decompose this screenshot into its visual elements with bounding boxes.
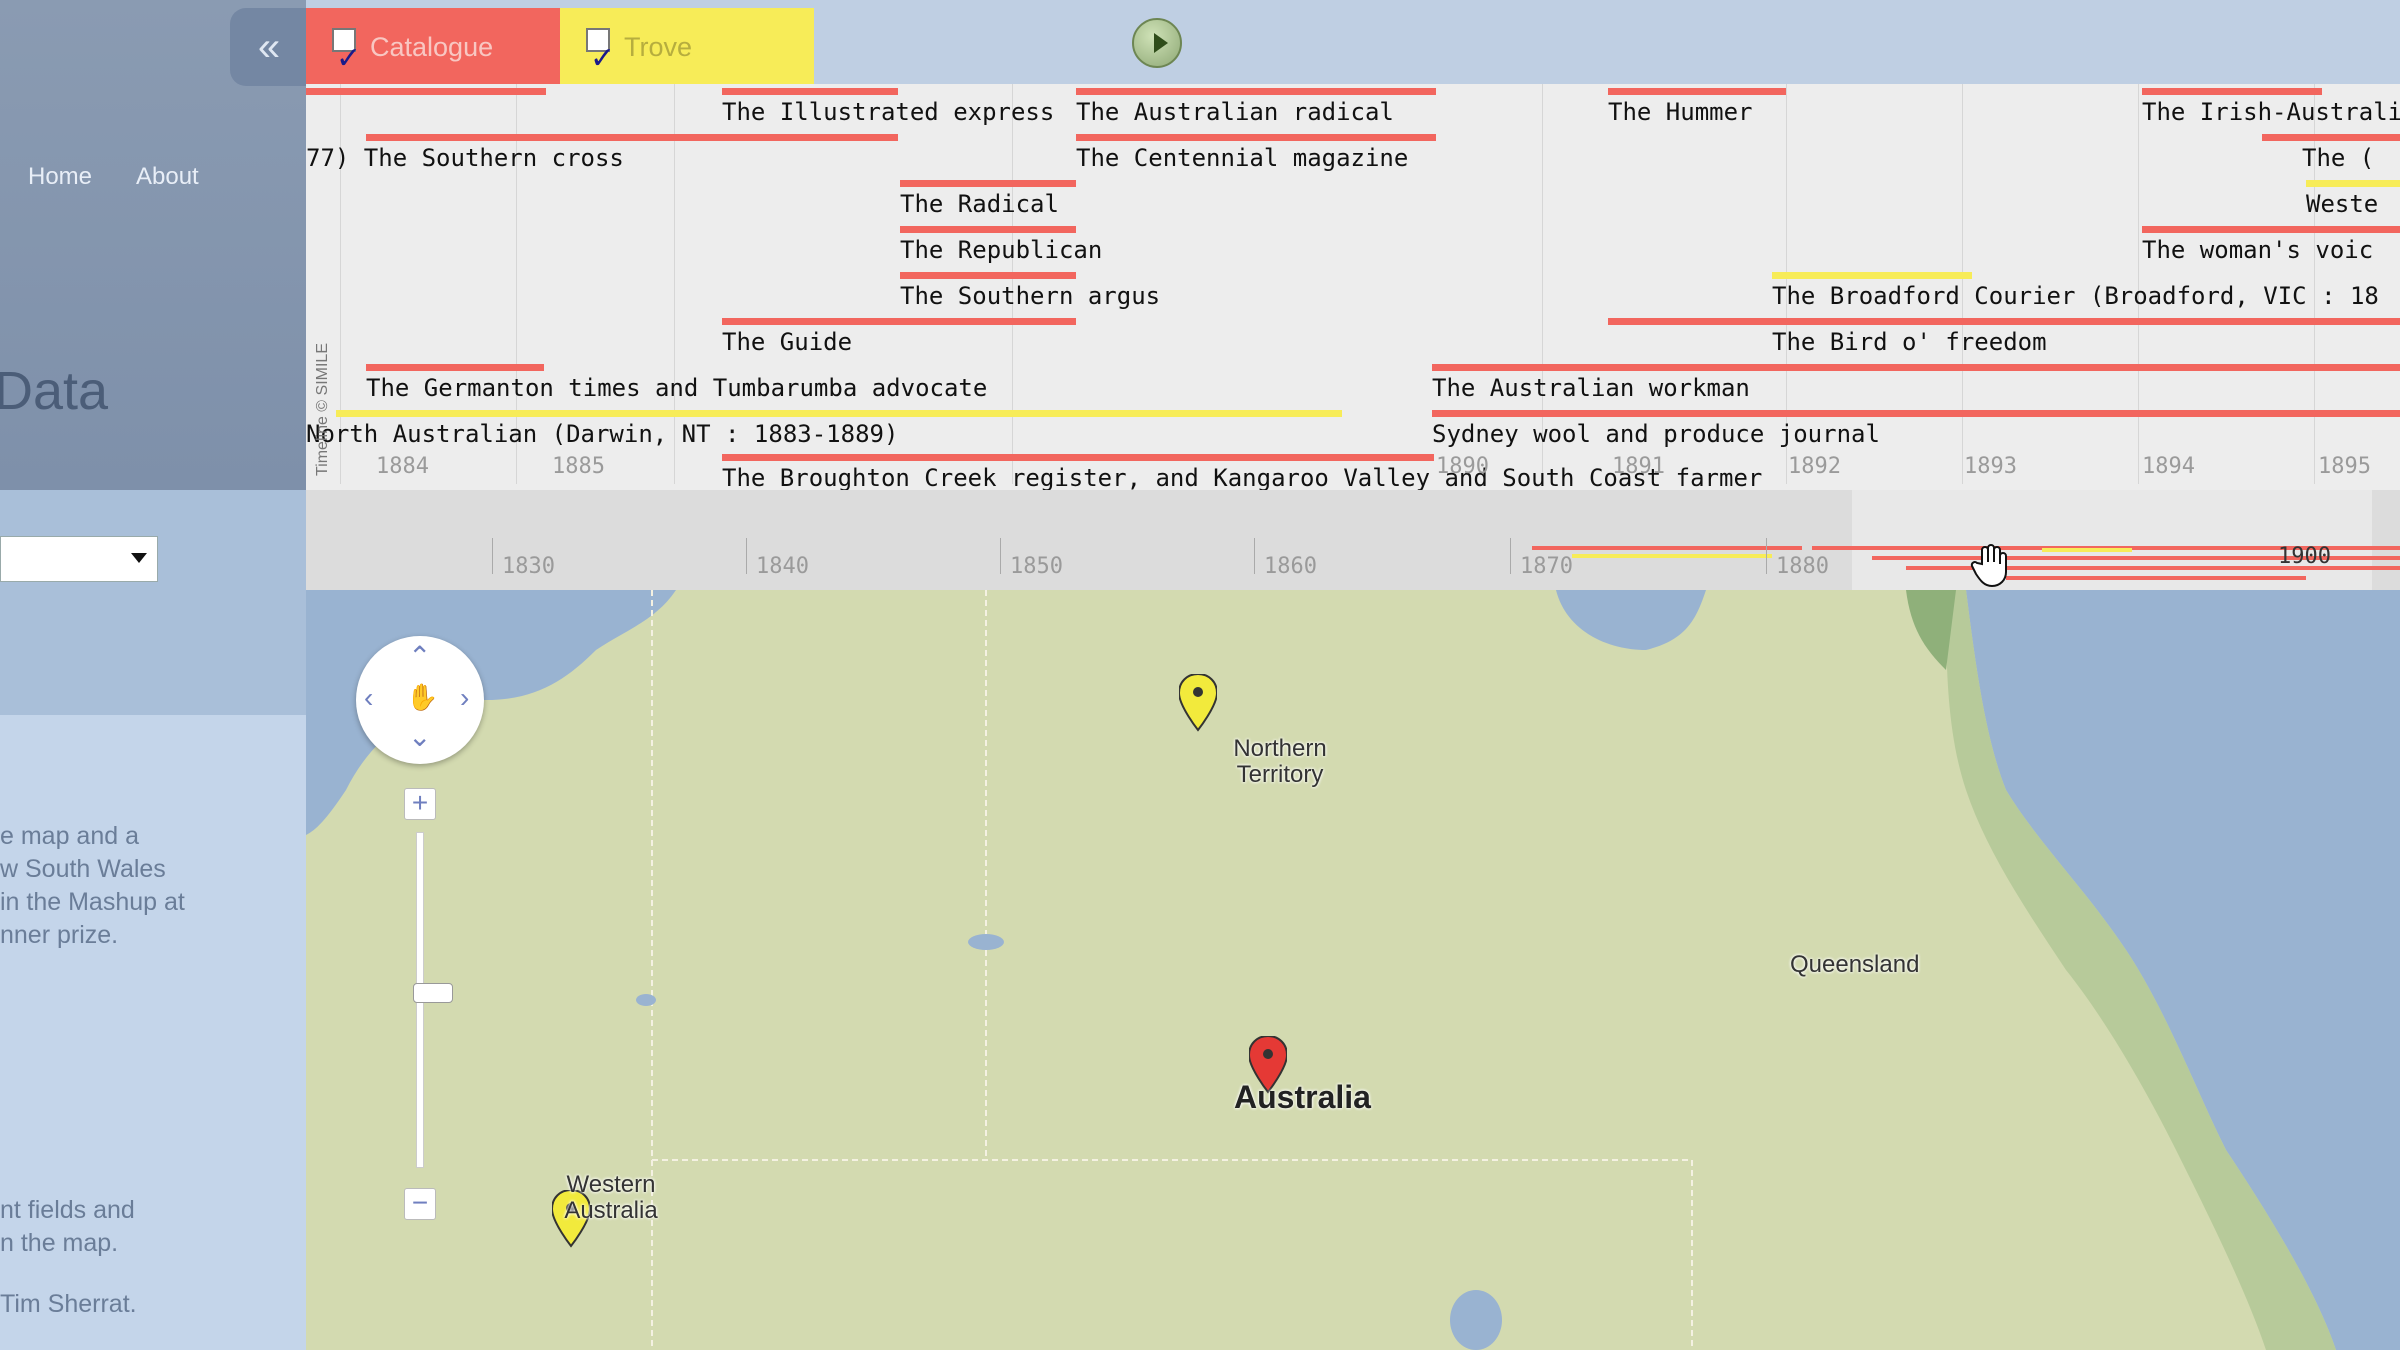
map-terrain bbox=[306, 590, 2400, 1350]
catalogue-checkbox[interactable]: ✓ bbox=[332, 28, 361, 75]
map-pin-yellow[interactable] bbox=[1179, 674, 1217, 734]
pan-left-icon[interactable]: ‹ bbox=[364, 682, 373, 714]
timeline-event[interactable]: The Southern argus bbox=[900, 282, 1160, 310]
catalogue-label: Catalogue bbox=[370, 32, 494, 62]
zoom-in-button[interactable]: + bbox=[404, 788, 436, 820]
timeline-event[interactable]: The Hummer bbox=[1608, 98, 1753, 126]
timeline-event[interactable]: Weste bbox=[2306, 190, 2378, 218]
year-label: 1893 bbox=[1964, 454, 2017, 479]
timeline-overview[interactable] bbox=[306, 490, 2400, 590]
collapse-sidebar-button[interactable]: « bbox=[230, 8, 308, 86]
year-label: 1885 bbox=[552, 454, 605, 479]
timeline-event[interactable]: The Illustrated express bbox=[722, 98, 1054, 126]
trove-toggle[interactable]: ✓ Trove bbox=[560, 8, 814, 84]
timeline-event[interactable]: The woman's voic bbox=[2142, 236, 2373, 264]
decade-label: 1830 bbox=[502, 554, 555, 579]
timeline-event[interactable]: North Australian (Darwin, NT : 1883-1889… bbox=[306, 420, 898, 448]
intro-text-line: nner prize. bbox=[0, 921, 119, 949]
sidebar: Home About Data e map and a w South Wale… bbox=[0, 0, 306, 1350]
year-label: 1890 bbox=[1436, 454, 1489, 479]
intro-text-line: in the Mashup at bbox=[0, 888, 185, 916]
zoom-control[interactable]: + − bbox=[404, 788, 453, 1220]
zoom-out-button[interactable]: − bbox=[404, 1188, 436, 1220]
trove-checkbox[interactable]: ✓ bbox=[586, 28, 615, 75]
timeline-event[interactable]: The Australian radical bbox=[1076, 98, 1394, 126]
double-chevron-left-icon: « bbox=[257, 25, 281, 69]
year-label: 1892 bbox=[1788, 454, 1841, 479]
map-pan-control[interactable]: ⌃ ⌄ ‹ › ✋ bbox=[356, 636, 484, 764]
timeline-event[interactable]: The Irish-Australia bbox=[2142, 98, 2400, 126]
year-label: 1895 bbox=[2318, 454, 2371, 479]
year-label: 1894 bbox=[2142, 454, 2195, 479]
year-label: 1891 bbox=[1612, 454, 1665, 479]
map-label-northern-territory: Northern Territory bbox=[1233, 735, 1327, 788]
map[interactable]: ⌃ ⌄ ‹ › ✋ + − Northern Territory Queensl… bbox=[306, 590, 2400, 1350]
map-label-western-australia: Western Australia bbox=[564, 1171, 658, 1224]
intro-text-line: e map and a bbox=[0, 822, 139, 850]
timeline-event[interactable]: The Guide bbox=[722, 328, 852, 356]
pan-control-icon: ✋ bbox=[406, 682, 439, 712]
timeline-event[interactable]: The Germanton times and Tumbarumba advoc… bbox=[366, 374, 987, 402]
sidebar-filter-area bbox=[0, 490, 306, 715]
decade-label: 1860 bbox=[1264, 554, 1317, 579]
intro-text-line: w South Wales bbox=[0, 855, 166, 883]
timeline-event[interactable]: The Radical bbox=[900, 190, 1059, 218]
filter-select[interactable] bbox=[0, 536, 158, 582]
map-label-australia: Australia bbox=[1234, 1079, 1371, 1115]
year-label: 1884 bbox=[376, 454, 429, 479]
decade-label: 1880 bbox=[1776, 554, 1829, 579]
play-button[interactable] bbox=[1132, 18, 1182, 68]
pan-right-icon[interactable]: › bbox=[460, 682, 469, 714]
pan-up-icon[interactable]: ⌃ bbox=[408, 640, 431, 673]
play-icon bbox=[1154, 33, 1168, 53]
zoom-slider-thumb[interactable] bbox=[413, 983, 453, 1003]
decade-label: 1870 bbox=[1520, 554, 1573, 579]
zoom-slider[interactable] bbox=[413, 832, 453, 1168]
nav-about-link[interactable]: About bbox=[136, 163, 199, 191]
timeline-event[interactable]: The Centennial magazine bbox=[1076, 144, 1408, 172]
author-credit: Tim Sherrat. bbox=[0, 1290, 137, 1318]
map-label-queensland: Queensland bbox=[1790, 951, 1920, 978]
timeline-event[interactable]: The ( bbox=[2302, 144, 2374, 172]
timeline-event[interactable]: The Broughton Creek register, and Kangar… bbox=[722, 464, 1762, 492]
timeline[interactable]: The Illustrated express The Australian r… bbox=[306, 84, 2400, 590]
pan-down-icon[interactable]: ⌄ bbox=[408, 720, 431, 753]
decade-label: 1900 bbox=[2278, 544, 2331, 569]
timeline-event[interactable]: Sydney wool and produce journal bbox=[1432, 420, 1880, 448]
footer-text-line: nt fields and bbox=[0, 1196, 135, 1224]
nav-home-link[interactable]: Home bbox=[28, 163, 92, 191]
timeline-event[interactable]: The Australian workman bbox=[1432, 374, 1750, 402]
timeline-event[interactable]: The Republican bbox=[900, 236, 1102, 264]
toolbar: ✓ Catalogue ✓ Trove bbox=[306, 0, 2400, 84]
overview-highlight[interactable] bbox=[1852, 490, 2372, 590]
timeline-credit: Timeline © SIMILE bbox=[314, 342, 331, 476]
hand-cursor-icon bbox=[1970, 544, 2007, 588]
catalogue-toggle[interactable]: ✓ Catalogue bbox=[306, 8, 560, 84]
chevron-down-icon bbox=[131, 553, 147, 563]
timeline-event[interactable]: The Bird o' freedom bbox=[1772, 328, 2047, 356]
footer-text-line: n the map. bbox=[0, 1229, 119, 1257]
decade-label: 1850 bbox=[1010, 554, 1063, 579]
trove-label: Trove bbox=[624, 32, 693, 62]
decade-label: 1840 bbox=[756, 554, 809, 579]
page-title-fragment: Data bbox=[0, 361, 109, 421]
timeline-event[interactable]: 77) The Southern cross bbox=[306, 144, 624, 172]
timeline-event[interactable]: The Broadford Courier (Broadford, VIC : … bbox=[1772, 282, 2379, 310]
